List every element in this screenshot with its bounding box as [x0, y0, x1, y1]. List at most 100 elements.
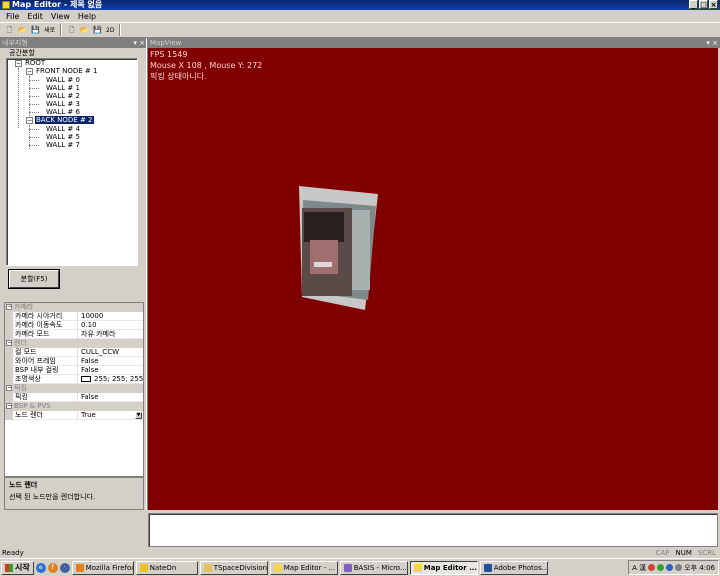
taskbar-button[interactable]: NateOn — [135, 560, 198, 575]
menu-file[interactable]: File — [6, 12, 19, 21]
property-value[interactable]: 255; 255; 255 — [77, 375, 143, 384]
property-value[interactable]: True — [77, 411, 143, 420]
tree-node-wall[interactable]: WALL # 3 — [45, 100, 81, 108]
toolbar-button-a[interactable]: 새로 — [43, 25, 56, 36]
menu-edit[interactable]: Edit — [27, 12, 43, 21]
dropdown-arrow-icon[interactable]: ▼ — [135, 412, 142, 419]
property-value[interactable]: False — [77, 393, 143, 402]
output-box[interactable] — [148, 513, 718, 547]
maximize-button[interactable]: □ — [699, 0, 708, 9]
taskbar-button[interactable]: Map Editor - ... — [269, 560, 338, 575]
new-file-icon[interactable]: 🗋 — [4, 25, 15, 36]
app-icon — [413, 563, 422, 572]
menu-view[interactable]: View — [51, 12, 70, 21]
close-button[interactable]: × — [709, 0, 718, 9]
property-row[interactable]: 와이어 프레임 False — [5, 357, 143, 366]
category-picking[interactable]: − 픽킹 — [5, 384, 143, 393]
save-icon-2[interactable]: 💾 — [92, 25, 103, 36]
tree-node-wall[interactable]: WALL # 2 — [45, 92, 81, 100]
property-row[interactable]: 노드 렌더 True ▼ — [5, 411, 143, 420]
group-label: 공간분할 — [9, 49, 35, 57]
texture-hair — [304, 212, 344, 242]
menu-help[interactable]: Help — [78, 12, 96, 21]
tree-node-wall[interactable]: WALL # 4 — [45, 125, 81, 133]
collapse-icon[interactable]: − — [6, 340, 12, 346]
toolbar-button-b[interactable]: 2D — [105, 25, 115, 36]
quicklaunch-icon[interactable]: · — [59, 562, 70, 573]
collapse-toggle-icon[interactable]: − — [26, 117, 33, 124]
property-value[interactable]: 자유 카메라 — [77, 330, 143, 339]
save-icon[interactable]: 💾 — [30, 25, 41, 36]
panel-close-icon[interactable]: ▾ × — [133, 38, 145, 48]
taskbar-button[interactable]: Mozilla Firefox — [71, 560, 134, 575]
scroll-indicator: SCRL — [697, 549, 716, 557]
open-folder-icon[interactable]: 📂 — [17, 25, 28, 36]
property-row[interactable]: 픽킹 False — [5, 393, 143, 402]
collapse-icon[interactable]: − — [6, 385, 12, 391]
tree-node-root[interactable]: ROOT — [24, 59, 46, 67]
property-grid[interactable]: − 카메라 카메라 시야거리 10000 카메라 이동속도 0.10 카메라 모드 자… — [4, 302, 144, 477]
toolbar: 🗋 📂 💾 새로 🗋 📂 💾 2D — [0, 22, 720, 38]
property-row[interactable]: 카메라 모드 자유 카메라 — [5, 330, 143, 339]
property-row[interactable]: 조명색상 255; 255; 255 — [5, 375, 143, 384]
node-tree[interactable]: − ROOT − FRONT NODE # 1 WALL # 0 WALL # … — [6, 58, 138, 266]
taskbar: 시작 e f · Mozilla Firefox NateOn TSpaceDi… — [0, 558, 720, 576]
property-description: 노드 렌더 선택 된 노드만을 렌더합니다. — [4, 477, 144, 510]
property-value[interactable]: False — [77, 366, 143, 375]
taskbar-button[interactable]: Adobe Photos... — [479, 560, 548, 575]
nateon-icon — [139, 563, 148, 572]
minimize-button[interactable]: _ — [689, 0, 698, 9]
map-viewport[interactable]: FPS 1549 Mouse X 108 , Mouse Y: 272 픽킹 상… — [148, 48, 718, 510]
system-tray: A 漢 오후 4:06 — [628, 560, 719, 575]
collapse-icon[interactable]: − — [6, 403, 12, 409]
volume-icon[interactable] — [675, 564, 683, 571]
description-title: 노드 렌더 — [9, 481, 38, 489]
category-bsp-pvs[interactable]: − BSP & PVS — [5, 402, 143, 411]
property-value[interactable]: 0.10 — [77, 321, 143, 330]
tree-node-back[interactable]: BACK NODE # 2 — [35, 116, 94, 124]
property-row[interactable]: BSP 내부 컬링 False — [5, 366, 143, 375]
texture-detail — [314, 262, 332, 267]
category-render[interactable]: − 렌더 — [5, 339, 143, 348]
property-row[interactable]: 컬 모드 CULL_CCW — [5, 348, 143, 357]
tray-icon[interactable] — [666, 564, 674, 571]
collapse-toggle-icon[interactable]: − — [15, 60, 22, 67]
property-name: 컬 모드 — [15, 348, 37, 356]
property-value[interactable]: False — [77, 357, 143, 366]
property-row[interactable]: 카메라 시야거리 10000 — [5, 312, 143, 321]
property-value[interactable]: CULL_CCW — [77, 348, 143, 357]
category-camera[interactable]: − 카메라 — [5, 303, 143, 312]
window-controls: _ □ × — [689, 0, 718, 9]
property-value[interactable]: 10000 — [77, 312, 143, 321]
collapse-icon[interactable]: − — [6, 304, 12, 310]
start-button[interactable]: 시작 — [1, 560, 34, 575]
scene-render — [299, 186, 378, 310]
ie-icon[interactable]: e — [35, 562, 46, 573]
new-file-icon-2[interactable]: 🗋 — [66, 25, 77, 36]
num-indicator: NUM — [675, 549, 692, 557]
collapse-toggle-icon[interactable]: − — [26, 68, 33, 75]
tray-icon[interactable] — [648, 564, 656, 571]
tree-node-wall[interactable]: WALL # 1 — [45, 84, 81, 92]
tree-node-wall[interactable]: WALL # 6 — [45, 108, 81, 116]
tree-node-wall[interactable]: WALL # 0 — [45, 76, 81, 84]
open-folder-icon-2[interactable]: 📂 — [79, 25, 90, 36]
app-icon — [2, 1, 10, 9]
split-button[interactable]: 분할(F5) — [9, 270, 59, 288]
caps-indicator: CAP — [655, 549, 670, 557]
tree-node-wall[interactable]: WALL # 5 — [45, 133, 81, 141]
tray-icon[interactable] — [657, 564, 665, 571]
property-name: 픽킹 — [15, 393, 28, 401]
firefox-icon — [75, 563, 84, 572]
firefox-quicklaunch-icon[interactable]: f — [47, 562, 58, 573]
visual-studio-icon — [343, 563, 352, 572]
tree-node-front[interactable]: FRONT NODE # 1 — [35, 67, 98, 75]
tree-node-wall[interactable]: WALL # 7 — [45, 141, 81, 149]
panel-close-icon[interactable]: ▾ × — [706, 38, 718, 48]
taskbar-button[interactable]: BASIS - Micro... — [339, 560, 408, 575]
ime-indicator[interactable]: A 漢 — [632, 563, 646, 573]
taskbar-button-active[interactable]: Map Editor ... — [409, 560, 478, 575]
mapview-header: MapView ▾ × — [148, 38, 720, 48]
taskbar-button[interactable]: TSpaceDivision — [199, 560, 268, 575]
property-row[interactable]: 카메라 이동속도 0.10 — [5, 321, 143, 330]
